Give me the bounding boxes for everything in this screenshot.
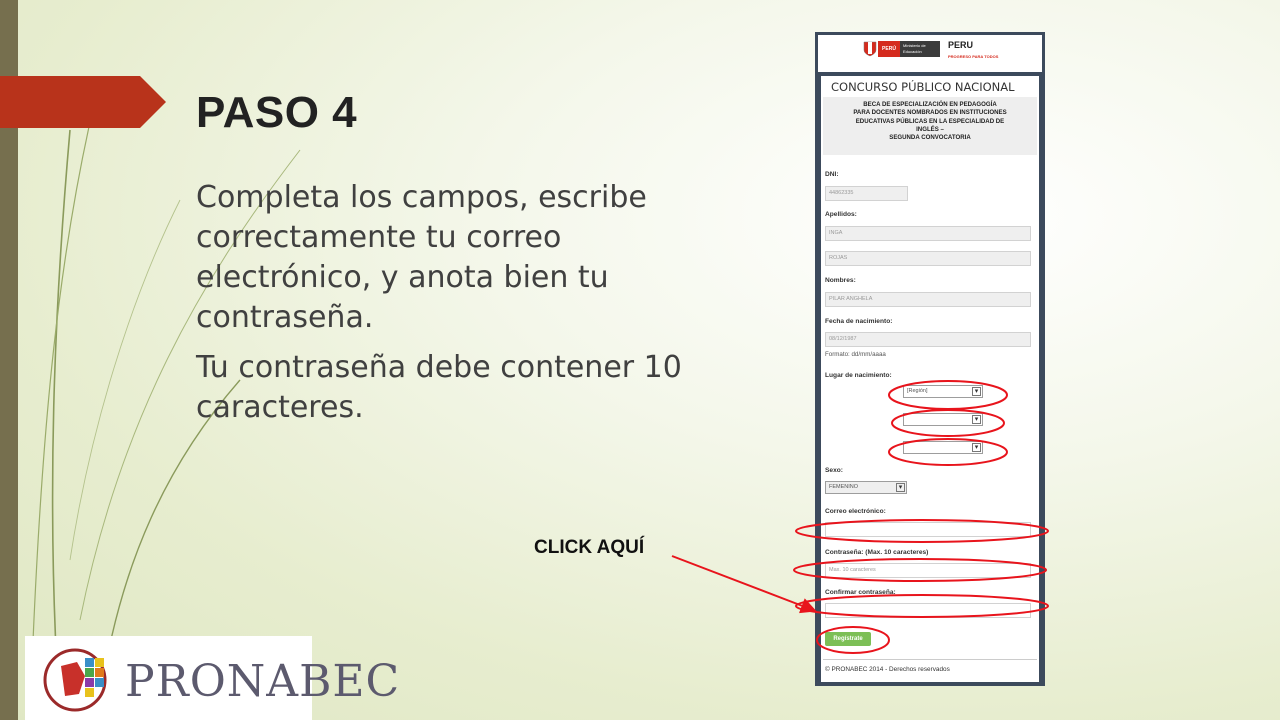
apellidos-label: Apellidos: [825, 211, 857, 218]
peru-logo-text: PERU [948, 40, 974, 50]
chevron-down-icon: ▾ [972, 443, 981, 452]
pronabec-emblem-icon [43, 648, 107, 712]
peru-progreso-logo: PERU PROGRESO PARA TODOS [948, 40, 998, 60]
peru-badge: PERÚ [878, 41, 900, 57]
region-select[interactable]: [Región] ▾ [903, 385, 983, 398]
sexo-select-value: FEMENINO [829, 484, 859, 490]
click-here-label: CLICK AQUÍ [534, 537, 645, 558]
dni-field[interactable]: 44862335 [825, 186, 908, 201]
apellido-materno-field[interactable]: ROJAS [825, 251, 1031, 266]
footer-divider [823, 659, 1037, 660]
password-note-paragraph: Tu contraseña debe contener 10 caractere… [196, 350, 682, 425]
chevron-down-icon: ▾ [972, 415, 981, 424]
nombres-field[interactable]: PILAR ANGHELA [825, 292, 1031, 307]
fecha-nacimiento-label: Fecha de nacimiento: [825, 318, 893, 325]
peru-logo-tagline: PROGRESO PARA TODOS [948, 54, 999, 59]
registration-form-screenshot: PERÚ Ministerio de Educación PERU PROGRE… [815, 32, 1045, 686]
annotation-arrow [671, 555, 817, 614]
ministerio-badge: Ministerio de Educación [900, 41, 940, 57]
slide-body: Completa los campos, escribe correctamen… [196, 178, 716, 438]
register-button[interactable]: Regístrate [825, 632, 871, 646]
form-body: CONCURSO PÚBLICO NACIONAL BECA DE ESPECI… [821, 76, 1039, 682]
chevron-down-icon: ▾ [972, 387, 981, 396]
contrasena-field[interactable]: Max. 10 caracteres [825, 563, 1031, 578]
sexo-label: Sexo: [825, 467, 843, 474]
lugar-nacimiento-label: Lugar de nacimiento: [825, 372, 892, 379]
apellido-paterno-field[interactable]: INGA [825, 226, 1031, 241]
subtitle-line: BECA DE ESPECIALIZACIÓN EN PEDAGOGÍA [863, 101, 997, 108]
contrasena-label: Contraseña: (Max. 10 caracteres) [825, 549, 929, 556]
date-format-hint: Formato: dd/mm/aaaa [825, 351, 886, 358]
subtitle-line: INGLÉS – [916, 125, 944, 133]
subtitle-line: PARA DOCENTES NOMBRADOS EN INSTITUCIONES [853, 109, 1007, 117]
form-header: PERÚ Ministerio de Educación PERU PROGRE… [818, 35, 1042, 72]
form-subtitle: BECA DE ESPECIALIZACIÓN EN PEDAGOGÍA PAR… [823, 97, 1037, 155]
title-tab-marker [0, 76, 166, 128]
subtitle-line: EDUCATIVAS PÚBLICAS EN LA ESPECIALIDAD D… [855, 117, 1005, 125]
region-select-value: [Región] [907, 388, 928, 394]
form-footer: © PRONABEC 2014 - Derechos reservados [825, 666, 950, 673]
form-title: CONCURSO PÚBLICO NACIONAL [831, 80, 1015, 94]
chevron-down-icon: ▾ [896, 483, 905, 492]
subtitle-line: SEGUNDA CONVOCATORIA [889, 134, 971, 142]
slide-title: PASO 4 [196, 88, 358, 137]
dni-label: DNI: [825, 171, 839, 178]
correo-label: Correo electrónico: [825, 508, 886, 515]
pronabec-logo: PRONABEC [25, 636, 399, 720]
peru-shield-icon [863, 41, 877, 57]
distrito-select[interactable]: ▾ [903, 441, 983, 454]
pronabec-logo-text: PRONABEC [125, 656, 401, 707]
confirmar-contrasena-field[interactable] [825, 603, 1031, 618]
instruction-paragraph: Completa los campos, escribe correctamen… [196, 180, 647, 335]
sexo-select[interactable]: FEMENINO ▾ [825, 481, 907, 494]
provincia-select[interactable]: ▾ [903, 413, 983, 426]
confirmar-contrasena-label: Confirmar contraseña: [825, 589, 896, 596]
fecha-nacimiento-field[interactable]: 08/12/1987 [825, 332, 1031, 347]
correo-field[interactable] [825, 522, 1031, 537]
nombres-label: Nombres: [825, 277, 856, 284]
